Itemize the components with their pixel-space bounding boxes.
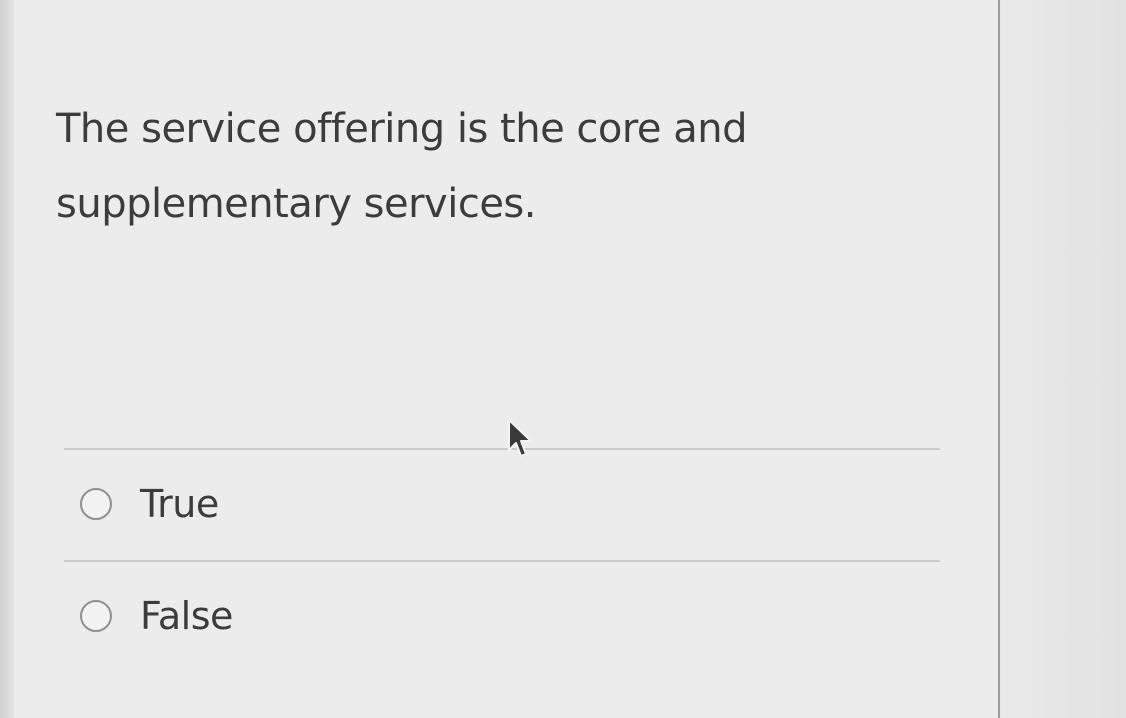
answer-option-true[interactable]: True [80,479,219,529]
question-panel: The service offering is the core and sup… [14,0,1000,718]
radio-button-icon[interactable] [80,600,112,632]
divider [64,448,940,450]
right-gutter [1002,0,1126,718]
divider [64,560,940,562]
radio-button-icon[interactable] [80,488,112,520]
quiz-screen: The service offering is the core and sup… [0,0,1126,718]
answer-label-false: False [140,594,233,638]
left-edge [0,0,14,718]
answer-option-false[interactable]: False [80,591,233,641]
answer-label-true: True [140,482,219,526]
mouse-pointer-icon [508,419,532,457]
question-text: The service offering is the core and sup… [56,106,748,227]
